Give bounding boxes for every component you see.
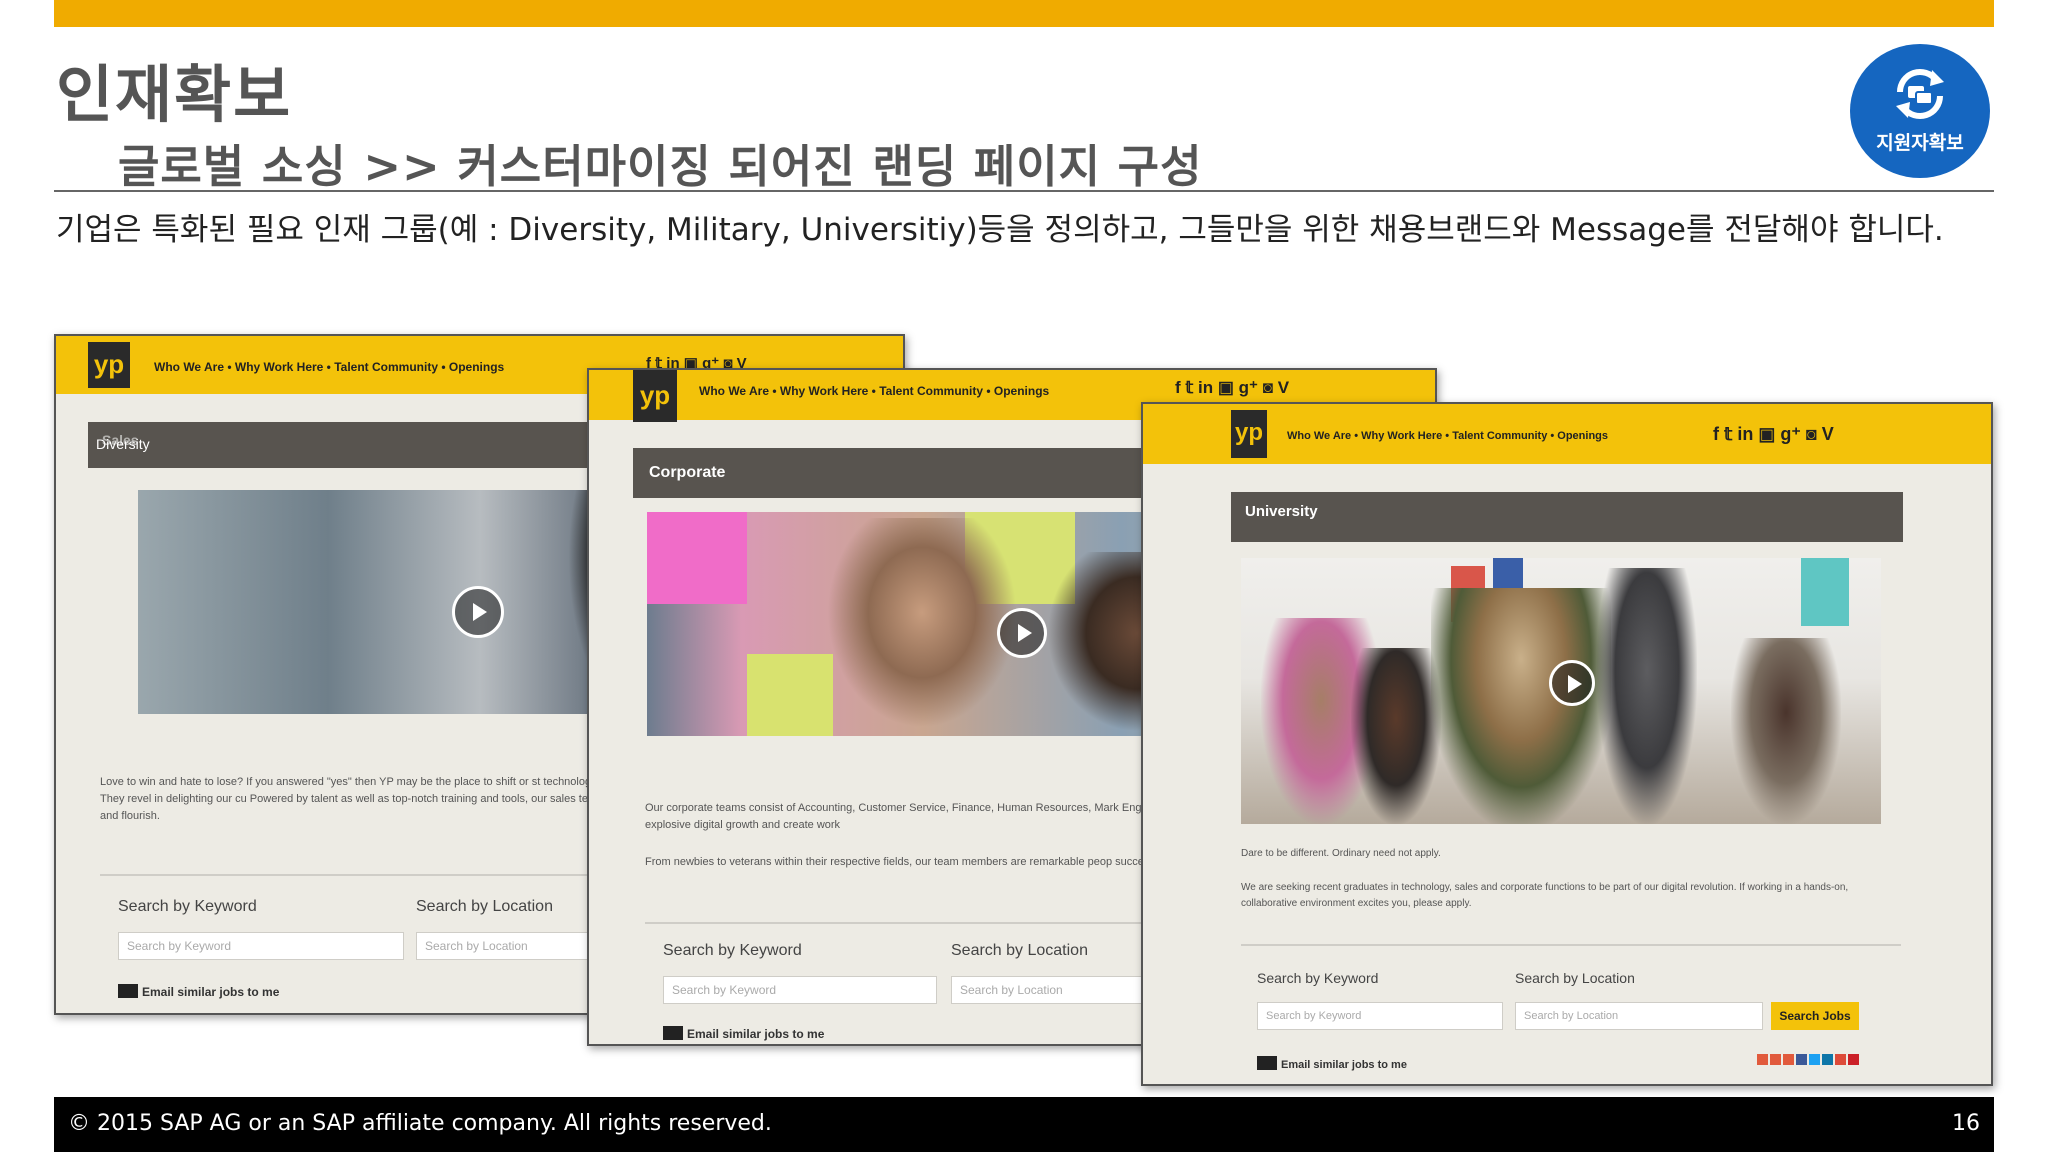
location-label: Search by Location <box>951 942 1088 959</box>
title-divider <box>54 190 1994 192</box>
play-icon[interactable] <box>1549 660 1595 706</box>
main-nav[interactable]: Who We Are • Why Work Here • Talent Comm… <box>1287 430 1608 442</box>
play-icon[interactable] <box>452 586 504 638</box>
social-icons[interactable]: f 𝕥 in ▣ g⁺ ◙ V <box>1175 378 1289 398</box>
twitter-icon[interactable] <box>1809 1054 1820 1065</box>
top-accent-bar <box>54 0 1994 27</box>
search-jobs-button[interactable]: Search Jobs <box>1771 1002 1859 1030</box>
email-jobs-label: Email similar jobs to me <box>687 1027 825 1041</box>
main-nav[interactable]: Who We Are • Why Work Here • Talent Comm… <box>699 384 1049 398</box>
share-icon[interactable] <box>1770 1054 1781 1065</box>
yp-logo[interactable]: yp <box>633 370 677 422</box>
content-divider <box>1241 944 1901 946</box>
gplus-icon[interactable] <box>1835 1054 1846 1065</box>
slide-subtitle: 글로벌 소싱 >> 커스터마이징 되어진 랜딩 페이지 구성 <box>118 140 1203 193</box>
keyword-input[interactable]: Search by Keyword <box>1257 1002 1503 1030</box>
location-label: Search by Location <box>1515 970 1635 986</box>
slide-footer: © 2015 SAP AG or an SAP affiliate compan… <box>54 1097 1994 1152</box>
keyword-label: Search by Keyword <box>663 942 802 959</box>
keyword-input[interactable]: Search by Keyword <box>118 932 404 960</box>
envelope-icon <box>663 1026 683 1040</box>
slide-description: 기업은 특화된 필요 인재 그룹(예 : Diversity, Military… <box>56 212 1944 248</box>
envelope-icon <box>118 984 138 998</box>
section-title-overlap: Sales <box>102 432 139 448</box>
screen-university: yp Who We Are • Why Work Here • Talent C… <box>1141 402 1993 1086</box>
video-thumbnail[interactable] <box>1241 558 1881 824</box>
envelope-icon <box>1257 1056 1277 1070</box>
yp-logo[interactable]: yp <box>88 342 130 388</box>
slide-title: 인재확보 <box>56 58 293 131</box>
section-body-2: We are seeking recent graduates in techn… <box>1241 882 1849 909</box>
email-jobs-label: Email similar jobs to me <box>142 985 280 999</box>
cycle-chat-icon <box>1896 69 1944 119</box>
location-input[interactable]: Search by Location <box>1515 1002 1763 1030</box>
location-label: Search by Location <box>416 898 553 915</box>
share-icon[interactable] <box>1783 1054 1794 1065</box>
page-number: 16 <box>1952 1111 1980 1136</box>
applicant-acquisition-badge: 지원자확보 <box>1850 44 1990 178</box>
email-jobs-link[interactable]: Email similar jobs to me <box>118 984 279 999</box>
yp-logo[interactable]: yp <box>1231 410 1267 458</box>
play-icon[interactable] <box>997 608 1047 658</box>
social-icons[interactable]: f 𝕥 in ▣ g⁺ ◙ V <box>1713 424 1834 445</box>
main-nav[interactable]: Who We Are • Why Work Here • Talent Comm… <box>154 360 504 374</box>
email-jobs-link[interactable]: Email similar jobs to me <box>663 1026 824 1041</box>
badge-label: 지원자확보 <box>1876 132 1964 154</box>
share-icon[interactable] <box>1757 1054 1768 1065</box>
section-body-1: Dare to be different. Ordinary need not … <box>1241 848 1441 859</box>
copyright: © 2015 SAP AG or an SAP affiliate compan… <box>68 1111 772 1136</box>
keyword-label: Search by Keyword <box>1257 970 1379 986</box>
share-icons[interactable] <box>1757 1052 1861 1070</box>
keyword-input[interactable]: Search by Keyword <box>663 976 937 1004</box>
linkedin-icon[interactable] <box>1822 1054 1833 1065</box>
email-jobs-label: Email similar jobs to me <box>1281 1059 1407 1071</box>
pinterest-icon[interactable] <box>1848 1054 1859 1065</box>
keyword-label: Search by Keyword <box>118 898 257 915</box>
email-jobs-link[interactable]: Email similar jobs to me <box>1257 1056 1407 1071</box>
section-header: University <box>1231 492 1903 542</box>
facebook-icon[interactable] <box>1796 1054 1807 1065</box>
